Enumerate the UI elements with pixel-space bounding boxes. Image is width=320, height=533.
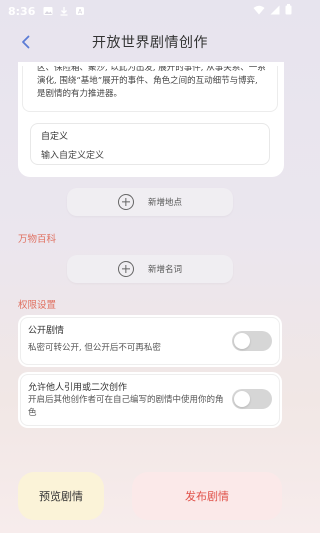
permission-remix-desc: 开启后其他创作者可在自己编写的剧情中使用你的角色 bbox=[28, 395, 224, 418]
plus-circle-icon bbox=[117, 194, 134, 210]
add-location-label: 新增地点 bbox=[147, 198, 182, 208]
toggle-knob bbox=[234, 333, 250, 349]
custom-definition-input[interactable]: 输入自定义定义 bbox=[41, 148, 259, 161]
permission-remix: 允许他人引用或二次创作 开启后其他创作者可在自己编写的剧情中使用你的角色 bbox=[18, 372, 282, 428]
remix-toggle[interactable] bbox=[232, 389, 272, 409]
signal-icon bbox=[270, 5, 280, 18]
permission-public: 公开剧情 私密可转公开, 但公开后不可再私密 bbox=[18, 315, 282, 367]
public-toggle[interactable] bbox=[232, 331, 272, 351]
android-icon: A bbox=[75, 6, 85, 16]
gallery-icon bbox=[43, 6, 53, 16]
plus-circle-icon bbox=[117, 261, 134, 277]
custom-definition-title: 自定义 bbox=[41, 132, 69, 142]
chevron-left-icon[interactable] bbox=[16, 32, 36, 52]
download-icon bbox=[59, 6, 69, 16]
battery-icon bbox=[285, 4, 292, 18]
add-location-button[interactable]: 新增地点 bbox=[67, 188, 233, 216]
add-term-button[interactable]: 新增名词 bbox=[67, 255, 233, 283]
setting-description-text: 区、保险箱、聚沙, 以此为出发, 展开的事件, 从事关系、一系演化, 围绕“基地… bbox=[37, 66, 266, 99]
add-term-label: 新增名词 bbox=[147, 265, 182, 275]
status-time: 8:36 bbox=[8, 4, 36, 18]
encyclopedia-section-label: 万物百科 bbox=[18, 234, 57, 245]
toggle-knob bbox=[234, 391, 250, 407]
permission-public-title: 公开剧情 bbox=[28, 326, 65, 336]
page-title: 开放世界剧情创作 bbox=[92, 35, 208, 51]
setting-description-box[interactable]: 区、保险箱、聚沙, 以此为出发, 展开的事件, 从事关系、一系演化, 围绕“基地… bbox=[22, 66, 278, 112]
custom-definition-box[interactable]: 自定义 输入自定义定义 bbox=[30, 123, 270, 165]
permissions-section-label: 权限设置 bbox=[18, 300, 57, 311]
permission-remix-title: 允许他人引用或二次创作 bbox=[28, 383, 128, 393]
permission-public-desc: 私密可转公开, 但公开后不可再私密 bbox=[28, 343, 161, 353]
wifi-icon bbox=[253, 5, 265, 18]
status-bar: 8:36 A bbox=[0, 0, 300, 22]
header: 开放世界剧情创作 bbox=[0, 26, 300, 58]
preview-button[interactable]: 预览剧情 bbox=[18, 472, 104, 520]
publish-button[interactable]: 发布剧情 bbox=[132, 472, 282, 520]
